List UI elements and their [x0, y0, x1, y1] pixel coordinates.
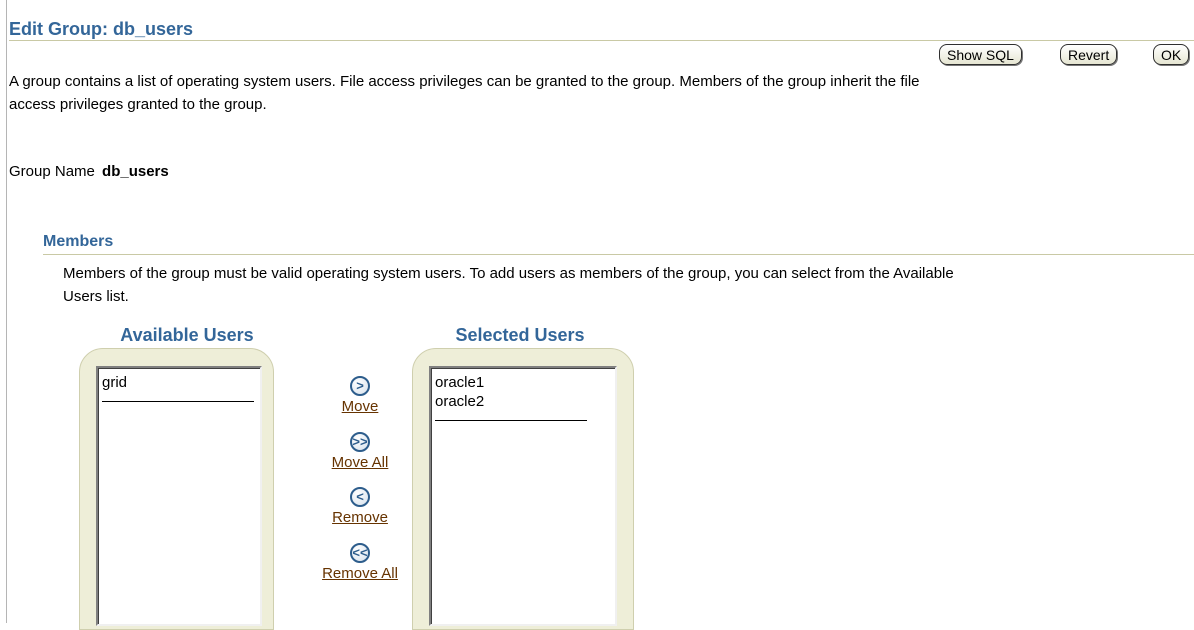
- group-name-label: Group Name: [9, 163, 95, 180]
- move-all-link[interactable]: Move All: [332, 454, 389, 471]
- list-item-selected-oracle1[interactable]: oracle1: [435, 373, 611, 392]
- group-description-line-1: A group contains a list of operating sys…: [9, 73, 920, 90]
- remove-left-icon[interactable]: <: [350, 487, 370, 507]
- move-all-action[interactable]: >> Move All: [310, 432, 410, 471]
- members-description-line-1: Members of the group must be valid opera…: [63, 265, 954, 282]
- group-description: A group contains a list of operating sys…: [9, 70, 1194, 116]
- members-description-line-2: Users list.: [63, 288, 129, 305]
- remove-all-link[interactable]: Remove All: [322, 565, 398, 582]
- show-sql-button[interactable]: Show SQL: [939, 44, 1022, 65]
- remove-action[interactable]: < Remove: [310, 487, 410, 526]
- move-action[interactable]: > Move: [310, 376, 410, 415]
- remove-all-left-icon[interactable]: <<: [350, 543, 370, 563]
- title-divider: [9, 40, 1194, 41]
- list-item-available-grid[interactable]: grid: [102, 373, 256, 392]
- members-section-title: Members: [43, 233, 114, 250]
- list-separator: [102, 401, 254, 402]
- page-left-border: [6, 0, 7, 623]
- list-item-selected-oracle2[interactable]: oracle2: [435, 392, 611, 411]
- members-description: Members of the group must be valid opera…: [63, 262, 1194, 308]
- revert-button[interactable]: Revert: [1060, 44, 1118, 65]
- remove-link[interactable]: Remove: [332, 509, 388, 526]
- group-name-value: db_users: [102, 163, 169, 180]
- selected-users-list[interactable]: oracle1 oracle2: [429, 366, 617, 626]
- group-name-row: Group Name db_users: [9, 163, 169, 180]
- list-separator: [435, 420, 587, 421]
- move-link[interactable]: Move: [342, 398, 379, 415]
- remove-all-action[interactable]: << Remove All: [310, 543, 410, 582]
- ok-button[interactable]: OK: [1153, 44, 1190, 65]
- group-description-line-2: access privileges granted to the group.: [9, 96, 267, 113]
- move-all-right-icon[interactable]: >>: [350, 432, 370, 452]
- available-users-header: Available Users: [120, 325, 254, 345]
- selected-users-header: Selected Users: [455, 325, 585, 345]
- move-right-icon[interactable]: >: [350, 376, 370, 396]
- available-users-list[interactable]: grid: [96, 366, 262, 626]
- page-title: Edit Group: db_users: [9, 19, 194, 39]
- members-divider: [43, 254, 1194, 255]
